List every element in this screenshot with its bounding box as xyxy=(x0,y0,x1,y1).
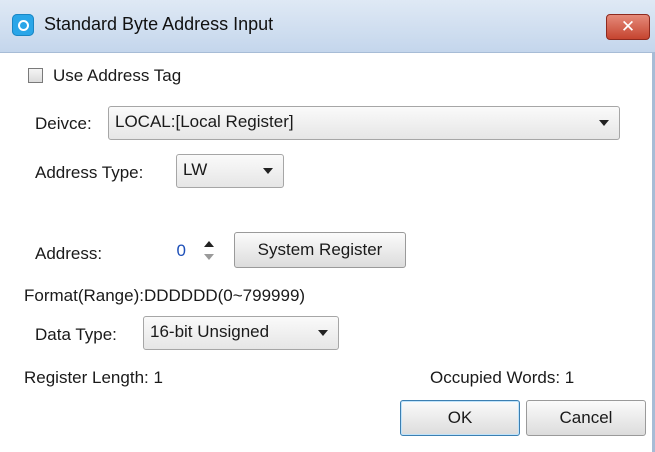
device-select[interactable]: LOCAL:[Local Register] xyxy=(108,106,620,140)
use-address-tag-label: Use Address Tag xyxy=(53,66,182,85)
close-button[interactable]: ✕ xyxy=(606,14,650,40)
address-input-dialog: Standard Byte Address Input ✕ Use Addres… xyxy=(0,0,655,452)
app-logo-icon xyxy=(12,14,34,36)
address-type-label: Address Type: xyxy=(35,163,144,182)
device-select-value: LOCAL:[Local Register] xyxy=(115,112,294,131)
address-type-select-value: LW xyxy=(183,160,208,179)
cancel-button[interactable]: Cancel xyxy=(526,400,646,436)
address-type-select[interactable]: LW xyxy=(176,154,284,188)
data-type-select[interactable]: 16-bit Unsigned xyxy=(143,316,339,350)
occupied-words-text: Occupied Words: 1 xyxy=(430,368,575,387)
window-title: Standard Byte Address Input xyxy=(44,14,274,34)
address-spin-input[interactable]: 0 xyxy=(128,235,228,267)
data-type-label: Data Type: xyxy=(35,325,117,344)
ok-button[interactable]: OK xyxy=(400,400,520,436)
data-type-select-value: 16-bit Unsigned xyxy=(150,322,270,341)
title-bar[interactable]: Standard Byte Address Input ✕ xyxy=(0,0,655,53)
chevron-down-icon xyxy=(599,120,609,126)
address-value: 0 xyxy=(176,241,186,260)
system-register-button[interactable]: System Register xyxy=(234,232,406,268)
spin-down-icon[interactable] xyxy=(204,254,214,260)
address-label: Address: xyxy=(35,244,103,263)
use-address-tag-checkbox[interactable] xyxy=(28,68,43,83)
chevron-down-icon xyxy=(318,330,328,336)
format-range-text: Format(Range):DDDDDD(0~799999) xyxy=(24,286,306,305)
chevron-down-icon xyxy=(263,168,273,174)
register-length-text: Register Length: 1 xyxy=(24,368,163,387)
spin-up-icon[interactable] xyxy=(204,241,214,247)
device-label: Deivce: xyxy=(35,114,92,133)
